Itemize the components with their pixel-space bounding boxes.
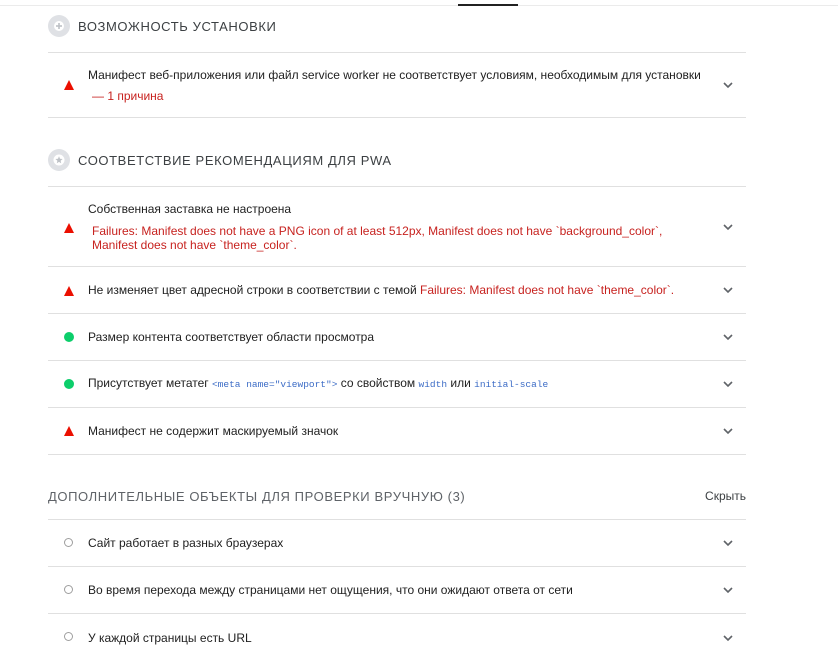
audit-text: Не изменяет цвет адресной строки в соотв… — [88, 283, 674, 297]
fail-icon — [64, 223, 75, 234]
installable-group: ВОЗМОЖНОСТЬ УСТАНОВКИ Манифест веб-прило… — [48, 13, 746, 118]
chevron-down-icon[interactable] — [722, 633, 734, 643]
audit-title: Манифест веб-приложения или файл service… — [88, 67, 701, 82]
manual-group: ДОПОЛНИТЕЛЬНЫЕ ОБЪЕКТЫ ДЛЯ ПРОВЕРКИ ВРУЧ… — [48, 483, 746, 661]
fail-icon — [64, 426, 75, 437]
audit-title-part: или — [450, 376, 475, 390]
audit-title: Не изменяет цвет адресной строки в соотв… — [88, 283, 417, 297]
manual-group-header: ДОПОЛНИТЕЛЬНЫЕ ОБЪЕКТЫ ДЛЯ ПРОВЕРКИ ВРУЧ… — [48, 483, 746, 520]
manual-item-page-transitions[interactable]: Во время перехода между страницами нет о… — [48, 567, 746, 614]
hide-manual-button[interactable]: Скрыть — [705, 489, 746, 503]
audit-splash-screen[interactable]: Собственная заставка не настроена Failur… — [48, 187, 746, 267]
chevron-down-icon[interactable] — [722, 222, 734, 232]
code-initial-scale: initial-scale — [474, 379, 549, 390]
audit-text: Собственная заставка не настроена Failur… — [88, 202, 706, 252]
audit-title: У каждой страницы есть URL — [88, 630, 252, 645]
chevron-down-icon[interactable] — [722, 538, 734, 548]
code-width: width — [418, 379, 448, 390]
manual-icon — [64, 632, 75, 643]
manual-icon — [64, 538, 75, 549]
audit-themed-omnibox[interactable]: Не изменяет цвет адресной строки в соотв… — [48, 267, 746, 314]
manual-item-cross-browser[interactable]: Сайт работает в разных браузерах — [48, 520, 746, 567]
chevron-down-icon[interactable] — [722, 426, 734, 436]
code-meta-viewport: <meta name="viewport"> — [211, 379, 338, 390]
audit-detail: Failures: Manifest does not have a PNG i… — [92, 223, 663, 252]
chevron-down-icon[interactable] — [722, 379, 734, 389]
manual-title-text: ДОПОЛНИТЕЛЬНЫЕ ОБЪЕКТЫ ДЛЯ ПРОВЕРКИ ВРУЧ… — [48, 488, 444, 504]
manual-icon — [64, 585, 75, 596]
audit-title: Во время перехода между страницами нет о… — [88, 583, 573, 597]
installable-group-title: ВОЗМОЖНОСТЬ УСТАНОВКИ — [78, 18, 277, 34]
audit-title: Манифест не содержит маскируемый значок — [88, 424, 339, 438]
audit-text: Присутствует метатег <meta name="viewpor… — [88, 376, 548, 392]
audit-detail: Failures: Manifest does not have `theme_… — [420, 283, 675, 297]
plus-circle-icon — [48, 15, 70, 37]
chevron-down-icon[interactable] — [722, 80, 734, 90]
top-divider — [0, 0, 838, 6]
audit-title: Сайт работает в разных браузерах — [88, 536, 284, 550]
fail-icon — [64, 80, 75, 91]
audit-title-part: со свойством — [340, 376, 419, 390]
audit-viewport[interactable]: Присутствует метатег <meta name="viewpor… — [48, 361, 746, 408]
pwa-group-header: СООТВЕТСТВИЕ РЕКОМЕНДАЦИЯМ ДЛЯ PWA — [48, 147, 746, 187]
chevron-down-icon[interactable] — [722, 332, 734, 342]
star-icon — [48, 149, 70, 171]
audit-installable-manifest[interactable]: Манифест веб-приложения или файл service… — [48, 53, 746, 118]
audit-content-width[interactable]: Размер контента соответствует области пр… — [48, 314, 746, 361]
pwa-group-title: СООТВЕТСТВИЕ РЕКОМЕНДАЦИЯМ ДЛЯ PWA — [78, 152, 392, 168]
installable-group-header: ВОЗМОЖНОСТЬ УСТАНОВКИ — [48, 13, 746, 53]
manual-group-title: ДОПОЛНИТЕЛЬНЫЕ ОБЪЕКТЫ ДЛЯ ПРОВЕРКИ ВРУЧ… — [48, 489, 465, 504]
audit-text: Манифест веб-приложения или файл service… — [88, 68, 701, 103]
pass-icon — [64, 379, 75, 390]
pwa-optimized-group: СООТВЕТСТВИЕ РЕКОМЕНДАЦИЯМ ДЛЯ PWA Собст… — [48, 147, 746, 455]
fail-icon — [64, 286, 75, 297]
manual-item-pages-have-url[interactable]: У каждой страницы есть URL — [48, 614, 746, 661]
manual-count: (3) — [447, 488, 466, 504]
audit-detail: — 1 причина — [92, 88, 164, 103]
audit-maskable-icon[interactable]: Манифест не содержит маскируемый значок — [48, 408, 746, 455]
audit-title-part: Присутствует метатег — [88, 376, 212, 390]
active-tab-indicator — [458, 4, 518, 6]
audit-title: Размер контента соответствует области пр… — [88, 330, 375, 344]
chevron-down-icon[interactable] — [722, 585, 734, 595]
chevron-down-icon[interactable] — [722, 285, 734, 295]
audit-title: Собственная заставка не настроена — [88, 201, 292, 216]
pass-icon — [64, 332, 75, 343]
